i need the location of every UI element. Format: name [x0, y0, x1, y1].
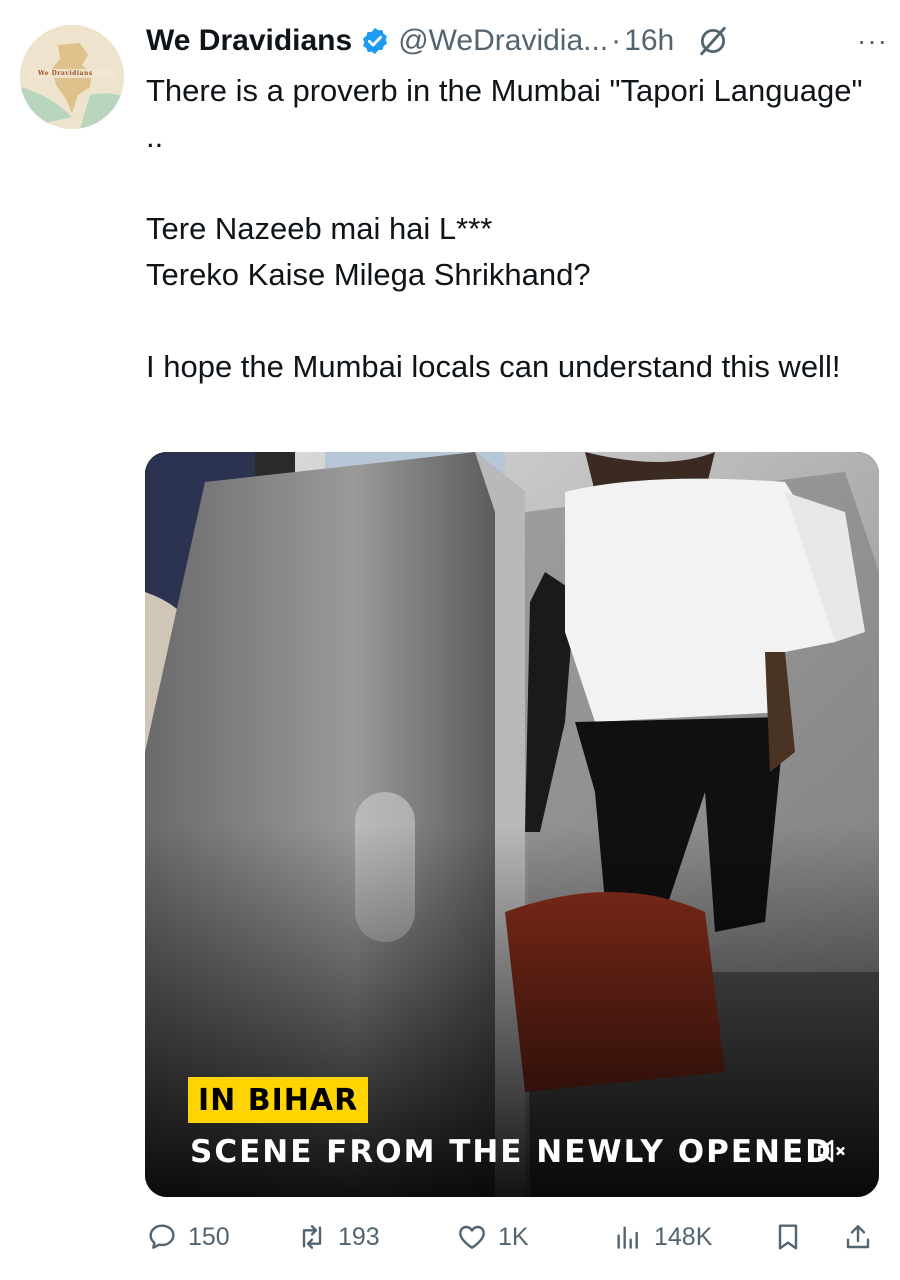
tweet-header: We Dravidians @WeDravidia... · 16h ···: [146, 18, 888, 64]
avatar-map-image: [20, 25, 124, 129]
tweet-body: There is a proverb in the Mumbai "Tapori…: [146, 68, 881, 390]
tweet-paragraph-3: I hope the Mumbai locals can understand …: [146, 349, 841, 384]
mute-icon[interactable]: [815, 1134, 849, 1168]
bookmark-button[interactable]: [772, 1212, 814, 1262]
views-button[interactable]: 148K: [612, 1212, 712, 1262]
like-icon: [459, 1225, 485, 1249]
tweet-paragraph-1: There is a proverb in the Mumbai "Tapori…: [146, 73, 863, 154]
bookmark-icon: [778, 1224, 798, 1250]
tweet-timestamp[interactable]: 16h: [624, 24, 674, 58]
views-count: 148K: [654, 1222, 713, 1251]
meta-separator: ·: [611, 24, 622, 57]
like-count: 1K: [498, 1222, 529, 1251]
tweet-actions: 150 193 1K 148K: [146, 1212, 881, 1262]
author-handle[interactable]: @WeDravidia...: [398, 24, 608, 58]
tweet-paragraph-2: Tere Nazeeb mai hai L*** Tereko Kaise Mi…: [146, 211, 591, 292]
repost-icon: [302, 1225, 322, 1249]
avatar-label: We Dravidians: [38, 70, 93, 77]
verified-badge-icon: [363, 27, 388, 55]
reply-button[interactable]: 150: [146, 1212, 230, 1262]
views-icon: [617, 1226, 638, 1249]
like-button[interactable]: 1K: [456, 1212, 529, 1262]
reply-count: 150: [188, 1222, 230, 1251]
repost-button[interactable]: 193: [296, 1212, 380, 1262]
caption-tag: IN BIHAR: [188, 1077, 369, 1123]
video-player[interactable]: IN BIHAR SCENE FROM THE NEWLY OPENED: [145, 452, 879, 1197]
author-name[interactable]: We Dravidians: [146, 24, 352, 58]
more-icon[interactable]: ···: [857, 27, 888, 55]
grok-icon[interactable]: [696, 24, 730, 58]
reply-icon: [149, 1224, 175, 1249]
avatar[interactable]: We Dravidians: [20, 25, 124, 129]
share-icon: [846, 1225, 870, 1249]
share-button[interactable]: [842, 1212, 884, 1262]
repost-count: 193: [338, 1222, 380, 1251]
caption-text: SCENE FROM THE NEWLY OPENED: [190, 1134, 833, 1170]
